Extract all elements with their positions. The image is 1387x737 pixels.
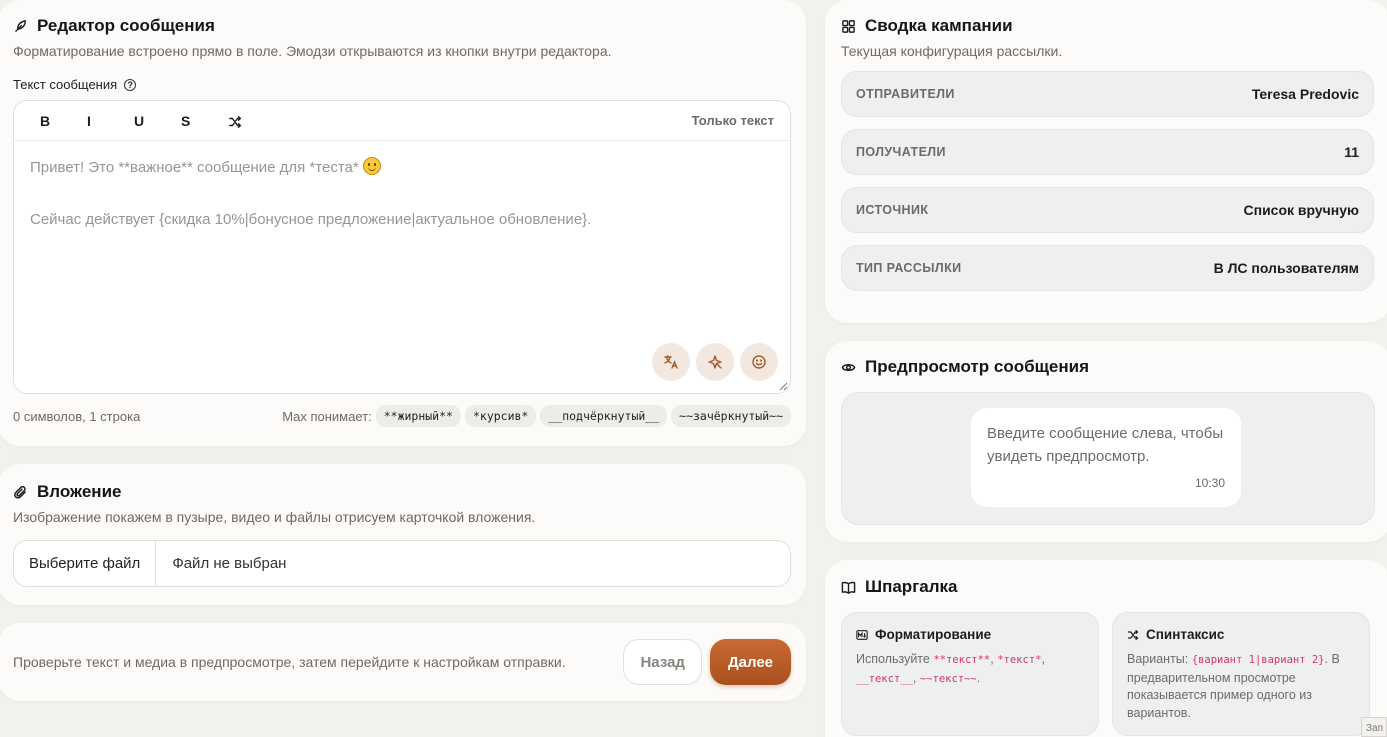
summary-value: Список вручную bbox=[1243, 202, 1360, 218]
placeholder-line-1-text: Привет! Это **важное** сообщение для *те… bbox=[30, 159, 359, 176]
paperclip-icon bbox=[14, 485, 26, 499]
code-underline: __текст__ bbox=[856, 672, 913, 685]
format-toolbar: B I U S Только текст bbox=[14, 101, 790, 141]
translate-icon bbox=[664, 355, 678, 369]
italic-button[interactable]: I bbox=[77, 113, 124, 129]
file-status: Файл не выбран bbox=[172, 555, 287, 572]
max-label: Max понимает: bbox=[282, 408, 372, 424]
placeholder-line-2: Сейчас действует {скидка 10%|бонусное пр… bbox=[30, 211, 592, 228]
formatting-tip-title-text: Форматирование bbox=[875, 627, 992, 642]
feather-icon bbox=[15, 19, 26, 32]
campaign-summary-card: Сводка кампании Текущая конфигурация рас… bbox=[825, 0, 1387, 323]
formatting-tip-title: Форматирование bbox=[856, 627, 1084, 642]
chip-italic: *курсив* bbox=[464, 405, 537, 427]
strike-button[interactable]: S bbox=[171, 113, 218, 129]
character-counter: 0 символов, 1 строка bbox=[13, 408, 141, 424]
preview-title-text: Предпросмотр сообщения bbox=[865, 357, 1090, 376]
preview-bubble: Введите сообщение слева, чтобы увидеть п… bbox=[971, 408, 1241, 507]
placeholder-line-1: Привет! Это **важное** сообщение для *те… bbox=[30, 157, 774, 179]
smiley-emoji-icon bbox=[362, 157, 381, 175]
summary-value: Teresa Predovic bbox=[1251, 86, 1359, 102]
underline-button[interactable]: U bbox=[124, 113, 171, 129]
shuffle-icon bbox=[1127, 629, 1139, 640]
code-spintax: {вариант 1|вариант 2} bbox=[1191, 654, 1325, 666]
attachment-title-text: Вложение bbox=[37, 482, 122, 501]
chip-underline: __подчёркнутый__ bbox=[540, 405, 668, 427]
summary-subtitle: Текущая конфигурация рассылки. bbox=[841, 43, 1063, 59]
spintax-tip-title: Спинтаксис bbox=[1127, 627, 1355, 642]
attachment-title: Вложение bbox=[13, 482, 791, 502]
summary-row-source: ИСТОЧНИК Список вручную bbox=[841, 187, 1374, 233]
code-bold: **текст** bbox=[933, 654, 991, 666]
eye-icon bbox=[841, 363, 856, 371]
editor-footer: 0 символов, 1 строка Max понимает: **жир… bbox=[13, 405, 791, 427]
bold-button[interactable]: B bbox=[30, 113, 77, 129]
editor-subtitle: Форматирование встроено прямо в поле. Эм… bbox=[13, 43, 612, 59]
spintax-prefix: Варианты: bbox=[1127, 652, 1189, 666]
message-editor[interactable]: B I U S Только текст Привет! Это **важно… bbox=[13, 100, 791, 394]
translate-button[interactable] bbox=[652, 343, 690, 381]
formatting-tip: Форматирование Используйте **текст**, *т… bbox=[841, 612, 1099, 736]
message-editor-card: Редактор сообщения Форматирование встрое… bbox=[0, 0, 806, 446]
plain-text-toggle[interactable]: Только текст bbox=[692, 113, 774, 128]
preview-area: Введите сообщение слева, чтобы увидеть п… bbox=[841, 392, 1375, 525]
summary-row-recipients: ПОЛУЧАТЕЛИ 11 bbox=[841, 129, 1374, 175]
summary-title-text: Сводка кампании bbox=[865, 16, 1013, 35]
summary-value: В ЛС пользователям bbox=[1213, 260, 1359, 276]
help-icon[interactable]: ? bbox=[124, 78, 137, 91]
attachment-card: Вложение Изображение покажем в пузыре, в… bbox=[0, 464, 806, 605]
summary-key: ПОЛУЧАТЕЛИ bbox=[856, 145, 946, 159]
navigation-card: Проверьте текст и медиа в предпросмотре,… bbox=[0, 623, 806, 701]
spintax-tip: Спинтаксис Варианты: {вариант 1|вариант … bbox=[1112, 612, 1370, 736]
attachment-subtitle: Изображение покажем в пузыре, видео и фа… bbox=[13, 509, 536, 525]
message-field-label: Текст сообщения ? bbox=[13, 77, 791, 92]
summary-row-type: ТИП РАССЫЛКИ В ЛС пользователям bbox=[841, 245, 1374, 291]
cheatsheet-card: Шпаргалка Форматирование Используйте **т… bbox=[825, 560, 1387, 737]
summary-title: Сводка кампании bbox=[841, 16, 1374, 36]
preview-title: Предпросмотр сообщения bbox=[841, 357, 1374, 377]
magic-button[interactable] bbox=[696, 343, 734, 381]
book-icon bbox=[841, 581, 856, 594]
message-preview-card: Предпросмотр сообщения Введите сообщение… bbox=[825, 341, 1387, 542]
cheatsheet-title-text: Шпаргалка bbox=[865, 577, 958, 596]
formatting-prefix: Используйте bbox=[856, 652, 930, 666]
sparkle-icon bbox=[708, 355, 722, 369]
message-textarea[interactable]: Привет! Это **важное** сообщение для *те… bbox=[14, 141, 790, 277]
spintax-tip-title-text: Спинтаксис bbox=[1146, 627, 1225, 642]
format-hints: Max понимает: **жирный** *курсив* __подч… bbox=[282, 405, 791, 427]
message-field-label-text: Текст сообщения bbox=[13, 77, 118, 92]
spintax-button[interactable] bbox=[218, 112, 265, 128]
corner-badge[interactable]: Зап bbox=[1361, 717, 1387, 737]
preview-time: 10:30 bbox=[1194, 476, 1225, 490]
chip-strike: ~~зачёркнутый~~ bbox=[671, 405, 791, 427]
resize-handle-icon[interactable] bbox=[779, 382, 788, 391]
summary-row-senders: ОТПРАВИТЕЛИ Teresa Predovic bbox=[841, 71, 1374, 117]
editor-title: Редактор сообщения bbox=[13, 16, 791, 36]
summary-key: ИСТОЧНИК bbox=[856, 203, 929, 217]
next-button[interactable]: Далее bbox=[709, 639, 791, 685]
code-italic: *текст* bbox=[997, 654, 1042, 666]
summary-key: ОТПРАВИТЕЛИ bbox=[856, 87, 955, 101]
navigation-hint: Проверьте текст и медиа в предпросмотре,… bbox=[13, 654, 566, 670]
spintax-tip-text: Варианты: {вариант 1|вариант 2}. В предв… bbox=[1127, 651, 1355, 722]
back-button[interactable]: Назад bbox=[623, 639, 702, 685]
summary-key: ТИП РАССЫЛКИ bbox=[856, 261, 962, 275]
editor-actions bbox=[652, 343, 778, 381]
smile-icon bbox=[752, 355, 766, 369]
choose-file-button[interactable]: Выберите файл bbox=[14, 541, 157, 586]
markdown-icon bbox=[856, 629, 868, 640]
cheatsheet-grid: Форматирование Используйте **текст**, *т… bbox=[841, 612, 1374, 736]
emoji-button[interactable] bbox=[740, 343, 778, 381]
code-strike: ~~текст~~ bbox=[919, 672, 977, 685]
preview-bubble-text: Введите сообщение слева, чтобы увидеть п… bbox=[987, 425, 1224, 465]
summary-value: 11 bbox=[1344, 144, 1359, 160]
cheatsheet-title: Шпаргалка bbox=[841, 577, 1374, 597]
file-input[interactable]: Выберите файл Файл не выбран bbox=[13, 540, 791, 587]
editor-title-text: Редактор сообщения bbox=[37, 16, 215, 35]
grid-icon bbox=[842, 19, 855, 33]
shuffle-icon bbox=[229, 115, 242, 128]
formatting-tip-text: Используйте **текст**, *текст*, __текст_… bbox=[856, 652, 1045, 685]
chip-bold: **жирный** bbox=[375, 405, 461, 427]
